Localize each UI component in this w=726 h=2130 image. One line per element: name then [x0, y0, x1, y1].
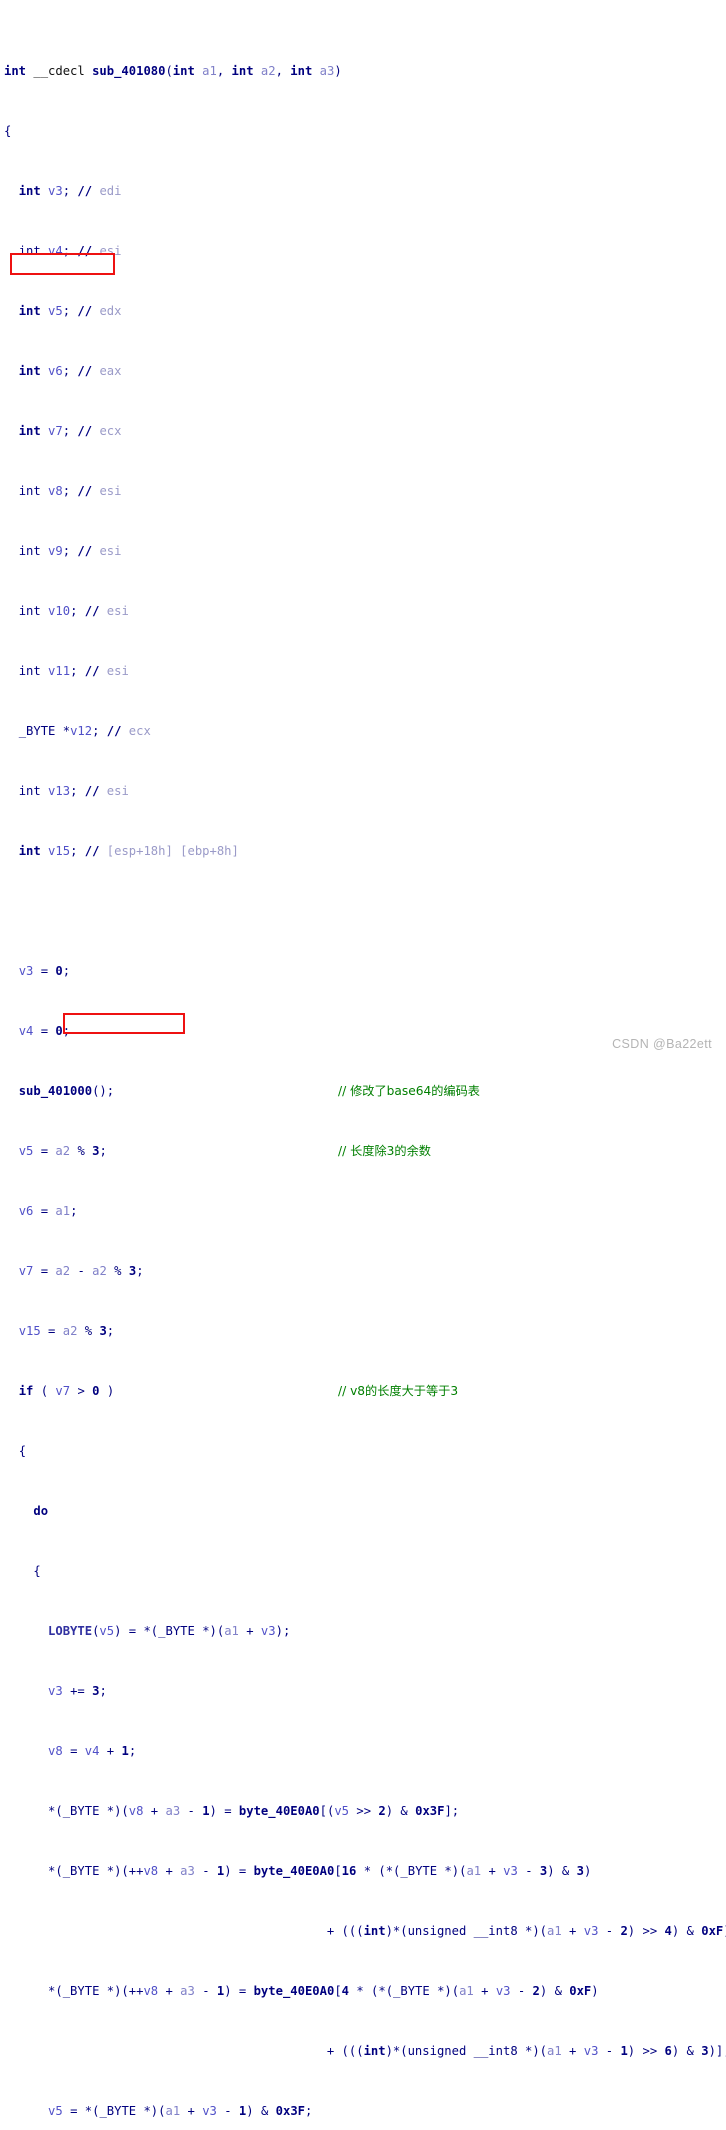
code-line[interactable]: int __cdecl sub_401080(int a1, int a2, i… [0, 64, 726, 79]
inline-comment: // 修改了base64的编码表 [338, 1084, 480, 1098]
code-line[interactable]: int v13; // esi [0, 784, 726, 799]
code-line[interactable]: *(_BYTE *)(++v8 + a3 - 1) = byte_40E0A0[… [0, 1864, 726, 1879]
code-line[interactable]: v15 = a2 % 3; [0, 1324, 726, 1339]
code-line[interactable]: v5 = *(_BYTE *)(a1 + v3 - 1) & 0x3F; [0, 2104, 726, 2119]
inline-comment: // v8的长度大于等于3 [338, 1384, 459, 1398]
code-line[interactable]: int v8; // esi [0, 484, 726, 499]
watermark: CSDN @Ba22ett [612, 1037, 712, 1051]
code-line[interactable]: int v9; // esi [0, 544, 726, 559]
code-line[interactable]: v3 = 0; [0, 964, 726, 979]
code-line[interactable]: _BYTE *v12; // ecx [0, 724, 726, 739]
code-line[interactable]: if ( v7 > 0 )// v8的长度大于等于3 [0, 1384, 726, 1399]
code-line[interactable]: sub_401000();// 修改了base64的编码表 [0, 1084, 726, 1099]
code-line[interactable]: + (((int)*(unsigned __int8 *)(a1 + v3 - … [0, 2044, 726, 2059]
code-line[interactable]: v5 = a2 % 3;// 长度除3的余数 [0, 1144, 726, 1159]
call-sub-401000[interactable]: sub_401000 [19, 1084, 92, 1098]
code-listing[interactable]: int __cdecl sub_401080(int a1, int a2, i… [0, 4, 726, 2130]
code-line[interactable]: { [0, 1444, 726, 1459]
code-line[interactable]: int v4; // esi [0, 244, 726, 259]
code-line[interactable]: int v11; // esi [0, 664, 726, 679]
code-line[interactable]: do [0, 1504, 726, 1519]
code-line[interactable]: int v7; // ecx [0, 424, 726, 439]
code-line[interactable]: LOBYTE(v5) = *(_BYTE *)(a1 + v3); [0, 1624, 726, 1639]
code-line[interactable]: { [0, 124, 726, 139]
code-line[interactable]: v7 = a2 - a2 % 3; [0, 1264, 726, 1279]
code-line[interactable]: v6 = a1; [0, 1204, 726, 1219]
code-line[interactable]: { [0, 1564, 726, 1579]
pseudocode-view[interactable]: int __cdecl sub_401080(int a1, int a2, i… [0, 0, 726, 2118]
code-line[interactable]: *(_BYTE *)(v8 + a3 - 1) = byte_40E0A0[(v… [0, 1804, 726, 1819]
code-line[interactable]: v3 += 3; [0, 1684, 726, 1699]
code-line[interactable]: + (((int)*(unsigned __int8 *)(a1 + v3 - … [0, 1924, 726, 1939]
code-line[interactable]: int v6; // eax [0, 364, 726, 379]
code-line[interactable]: int v3; // edi [0, 184, 726, 199]
inline-comment: // 长度除3的余数 [338, 1144, 431, 1158]
code-line[interactable]: *(_BYTE *)(++v8 + a3 - 1) = byte_40E0A0[… [0, 1984, 726, 1999]
code-line[interactable]: int v15; // [esp+18h] [ebp+8h] [0, 844, 726, 859]
code-line[interactable]: v8 = v4 + 1; [0, 1744, 726, 1759]
code-line[interactable]: int v10; // esi [0, 604, 726, 619]
code-line[interactable]: int v5; // edx [0, 304, 726, 319]
